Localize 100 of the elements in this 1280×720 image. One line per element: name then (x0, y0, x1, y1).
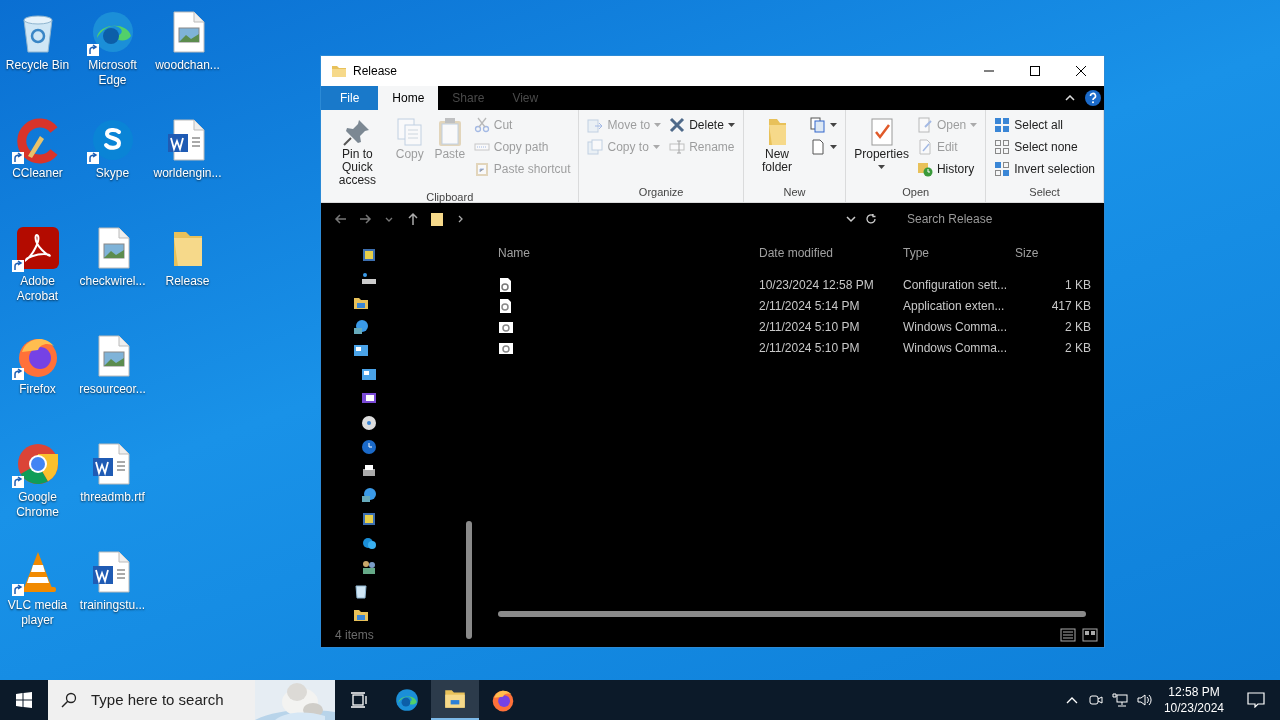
drive-icon[interactable] (361, 271, 377, 287)
icon-label[interactable]: worldengin... (153, 166, 222, 181)
item-count: 4 items (335, 627, 374, 644)
size-cell-text: 2 KB (1064, 339, 1091, 357)
search-field[interactable]: Type here to search (91, 688, 241, 712)
chevron-up-icon[interactable] (1065, 95, 1075, 101)
icon-label[interactable]: CCleaner (12, 166, 63, 181)
folder-icon[interactable] (353, 295, 369, 311)
folder-icon[interactable] (353, 607, 369, 623)
media-icon[interactable] (361, 247, 377, 263)
column-header[interactable]: Size (1015, 244, 1091, 262)
folder-icon (331, 63, 347, 79)
search-bar[interactable]: Type here to search (48, 680, 335, 720)
recycle-bin-icon[interactable] (353, 583, 369, 599)
clock-icon[interactable] (361, 439, 377, 455)
file-menu-tab[interactable]: File (321, 86, 379, 110)
task-view-icon (350, 692, 368, 708)
clock-date[interactable]: 10/23/2024 (1163, 700, 1224, 716)
column-header[interactable]: Type (903, 244, 1015, 262)
icon-label[interactable]: threadmb.rtf (80, 490, 145, 505)
control-panel-icon[interactable] (361, 367, 377, 383)
move-to-icon (587, 117, 604, 133)
ribbon-button[interactable]: Properties (852, 114, 911, 184)
close-icon (1076, 66, 1086, 76)
ribbon-button[interactable]: Pin to Quick access (327, 114, 388, 189)
icon-label[interactable]: trainingstu... (79, 598, 146, 613)
window-title: Release (353, 63, 398, 80)
delete-icon (669, 117, 686, 133)
ribbon-button[interactable]: Delete (667, 114, 737, 136)
ribbon-button[interactable]: Invert selection (992, 158, 1097, 180)
users-icon[interactable] (361, 559, 377, 575)
icon-label[interactable]: Microsoft Edge (75, 58, 150, 88)
icon-label[interactable]: woodchan... (155, 58, 220, 73)
select-none-icon (994, 139, 1011, 155)
copy-to-icon (587, 139, 604, 155)
gear-file-icon[interactable] (498, 298, 514, 315)
icon-label[interactable]: Firefox (19, 382, 56, 397)
printer-icon[interactable] (361, 463, 377, 479)
size-cell-text: 2 KB (1064, 318, 1091, 336)
control-panel-icon[interactable] (353, 343, 369, 359)
group-label: Organize (637, 185, 685, 200)
icon-label[interactable]: Release (165, 274, 210, 289)
settings-file-icon[interactable] (498, 277, 514, 294)
type-cell-text: Configuration sett... (903, 276, 1009, 294)
gear-window-icon[interactable] (498, 319, 514, 336)
invert-selection-icon (994, 161, 1011, 177)
select-all-icon (994, 117, 1011, 133)
column-header[interactable]: Name (498, 244, 759, 262)
date-cell-text: 2/11/2024 5:10 PM (759, 339, 861, 357)
group-label: New (782, 185, 807, 200)
date-cell-text: 2/11/2024 5:10 PM (759, 318, 861, 336)
icon-label[interactable]: Recycle Bin (5, 58, 70, 73)
maximize-icon (1030, 66, 1040, 76)
search-icon (61, 692, 77, 708)
ribbon-button[interactable]: History (914, 158, 980, 180)
ribbon-button[interactable]: New folder (749, 114, 805, 184)
icon-label[interactable]: VLC media player (0, 598, 75, 628)
history-icon (916, 161, 933, 177)
edit-icon (916, 139, 933, 155)
group-label: Open (901, 185, 931, 200)
ribbon-button[interactable]: Select all (992, 114, 1097, 136)
media-icon[interactable] (361, 511, 377, 527)
size-cell-text: 1 KB (1064, 276, 1091, 294)
type-cell-text: Windows Comma... (903, 318, 1009, 336)
taskbar-app-button[interactable] (431, 680, 479, 720)
icon-label[interactable]: resourceor... (79, 382, 146, 397)
large-icons-view-icon[interactable] (1082, 627, 1098, 643)
size-cell-text: 417 KB (1050, 297, 1091, 315)
speaker-icon[interactable] (1135, 692, 1152, 708)
refresh-icon[interactable] (865, 213, 877, 225)
chevron-down-icon[interactable] (845, 213, 857, 225)
scissors-icon (473, 117, 490, 133)
gear-window-icon[interactable] (498, 340, 514, 357)
new-item-button[interactable] (808, 114, 840, 136)
windows-logo-icon (16, 692, 32, 708)
date-cell-text: 10/23/2024 12:58 PM (759, 276, 875, 294)
document-icon (810, 139, 827, 155)
edge-icon (394, 687, 420, 713)
group-label: Clipboard (425, 190, 475, 205)
disc-icon[interactable] (361, 415, 377, 431)
column-header[interactable]: Date modified (759, 244, 903, 262)
ribbon-button[interactable]: Select none (992, 136, 1097, 158)
details-view-icon[interactable] (1060, 627, 1076, 643)
clock-time[interactable]: 12:58 PM (1163, 684, 1224, 700)
group-label: Select (1028, 185, 1061, 200)
icon-label[interactable]: checkwirel... (79, 274, 146, 289)
new-item-icon (810, 117, 827, 133)
type-cell-text: Windows Comma... (903, 339, 1009, 357)
help-icon[interactable] (1085, 90, 1101, 106)
ribbon-tab[interactable]: Home (378, 86, 439, 110)
paste-shortcut-icon (473, 161, 490, 177)
scrollbar-thumb[interactable] (466, 521, 472, 639)
speech-bubble-icon (1247, 692, 1265, 708)
icon-label[interactable]: Google Chrome (0, 490, 75, 520)
icon-label[interactable]: Adobe Acrobat (0, 274, 75, 304)
folder-icon[interactable] (429, 211, 445, 227)
camera-icon[interactable] (1087, 692, 1104, 708)
scrollbar-thumb[interactable] (498, 611, 1086, 617)
icon-label[interactable]: Skype (95, 166, 130, 181)
date-cell-text: 2/11/2024 5:14 PM (759, 297, 861, 315)
